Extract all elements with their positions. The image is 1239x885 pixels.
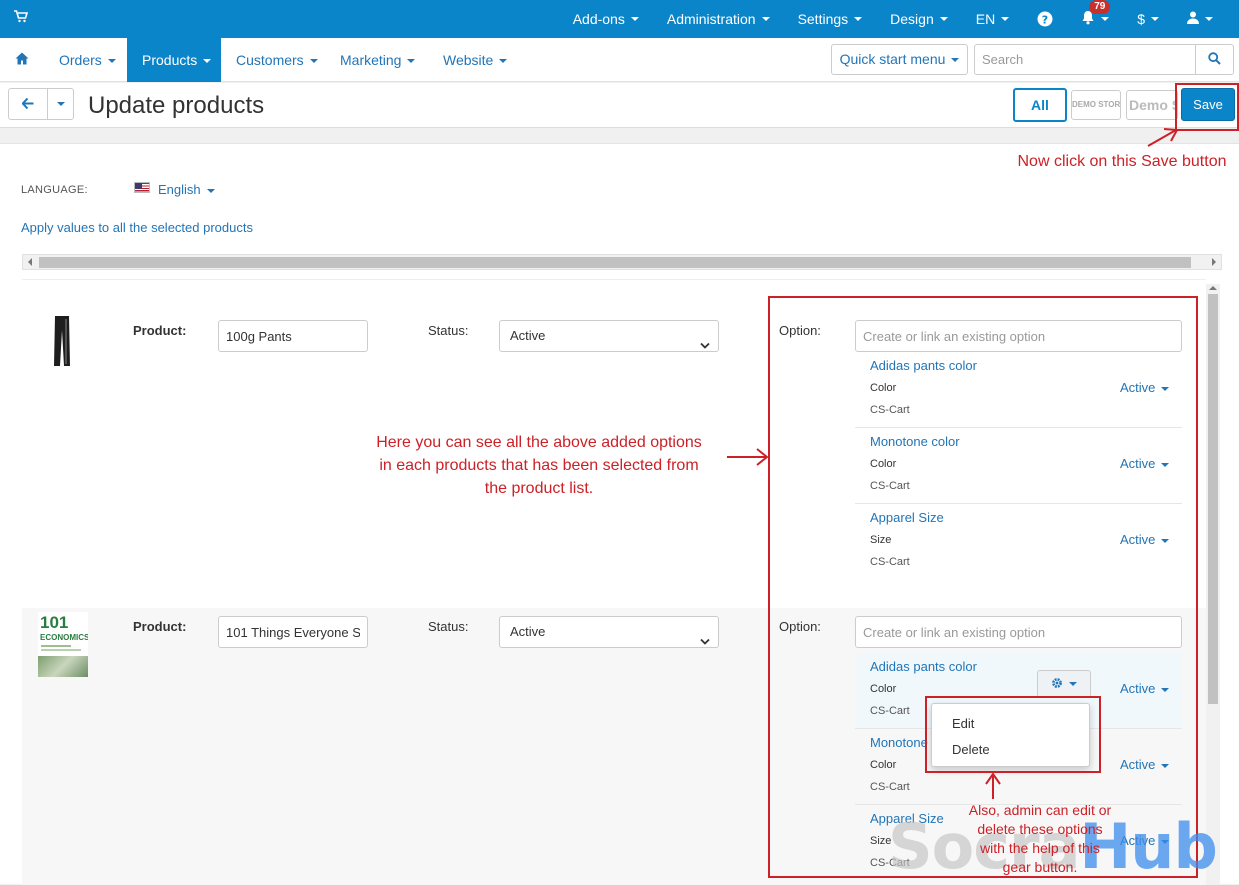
user-menu[interactable]	[1187, 11, 1213, 27]
annotation-line: Here you can see all the above added opt…	[376, 434, 702, 451]
topnav-administration[interactable]: Administration	[667, 11, 770, 27]
svg-text:?: ?	[1042, 14, 1048, 27]
back-dropdown-button[interactable]	[47, 88, 74, 120]
nav-marketing[interactable]: Marketing	[340, 38, 416, 82]
search-button[interactable]	[1195, 44, 1234, 75]
product-name-input[interactable]	[218, 616, 368, 648]
storefront-demo-store-button[interactable]: DEMO STORE	[1071, 90, 1121, 120]
status-label: Status:	[428, 619, 469, 634]
annotation-options-text: Here you can see all the above added opt…	[350, 431, 728, 500]
annotation-line: in each products that has been selected …	[379, 457, 699, 474]
scroll-right-icon[interactable]	[1212, 258, 1216, 266]
status-select[interactable]: Active	[499, 616, 719, 648]
product-thumbnail-book: 101 ECONOMICS	[38, 612, 88, 677]
annotation-line: the product list.	[484, 480, 594, 497]
product-label: Product:	[133, 619, 187, 634]
nav-orders[interactable]: Orders	[46, 38, 129, 82]
annotation-box-gear-menu	[925, 696, 1101, 773]
apply-values-link[interactable]: Apply values to all the selected product…	[21, 220, 253, 235]
language-selector[interactable]: EN	[976, 11, 1010, 27]
annotation-save-text: Now click on this Save button	[1017, 153, 1227, 170]
status-label: Status:	[428, 323, 469, 338]
language-dropdown[interactable]: English	[158, 182, 215, 197]
user-icon	[1187, 11, 1199, 27]
all-storefronts-button[interactable]: All	[1013, 88, 1067, 122]
product-label: Product:	[133, 323, 187, 338]
vertical-scrollbar[interactable]	[1206, 284, 1220, 884]
nav-customers[interactable]: Customers	[236, 38, 318, 82]
annotation-line: gear button.	[1002, 859, 1078, 875]
annotation-line: with the help of this	[980, 840, 1100, 856]
chevron-down-icon	[700, 627, 710, 657]
bell-icon	[1081, 11, 1095, 28]
us-flag-icon	[134, 182, 150, 193]
currency-selector[interactable]: $	[1137, 11, 1159, 27]
cart-icon[interactable]	[14, 10, 29, 26]
arrow-left-icon	[21, 97, 34, 112]
help-icon[interactable]: ?	[1037, 11, 1053, 27]
topnav-addons[interactable]: Add-ons	[573, 11, 639, 27]
topnav-design[interactable]: Design	[890, 11, 948, 27]
main-nav: Orders Products Customers Marketing Webs…	[0, 38, 1239, 82]
annotation-gear-text: Also, admin can edit or delete these opt…	[945, 801, 1135, 877]
back-button[interactable]	[8, 88, 48, 120]
title-bar: Update products All DEMO STORE Demo Sto …	[0, 83, 1239, 128]
home-icon[interactable]	[15, 52, 29, 68]
product-thumbnail-pants	[52, 316, 72, 371]
scrollbar-thumb[interactable]	[1208, 294, 1218, 704]
search-input[interactable]	[974, 44, 1196, 75]
language-label: LANGUAGE:	[21, 184, 88, 196]
notifications-button[interactable]: 79	[1081, 0, 1111, 28]
nav-products[interactable]: Products	[127, 38, 221, 82]
nav-website[interactable]: Website	[443, 38, 508, 82]
search-icon	[1208, 51, 1221, 68]
page-title: Update products	[88, 92, 265, 119]
annotation-box-save	[1175, 83, 1239, 131]
product-name-input[interactable]	[218, 320, 368, 352]
annotation-line: delete these options	[977, 821, 1103, 837]
storefront-demo-store-2-button[interactable]: Demo Sto	[1126, 90, 1178, 120]
annotation-line: Also, admin can edit or	[968, 802, 1112, 818]
scroll-left-icon[interactable]	[28, 258, 32, 266]
scrollbar-thumb[interactable]	[39, 257, 1191, 268]
quick-start-menu-button[interactable]: Quick start menu	[831, 44, 968, 75]
status-select[interactable]: Active	[499, 320, 719, 352]
annotation-box-options	[768, 296, 1198, 878]
topnav-settings[interactable]: Settings	[798, 11, 863, 27]
chevron-down-icon	[56, 102, 65, 106]
top-bar: Add-ons Administration Settings Design E…	[0, 0, 1239, 38]
notification-badge: 79	[1089, 0, 1111, 14]
scroll-up-icon[interactable]	[1209, 286, 1217, 290]
horizontal-scrollbar[interactable]	[22, 254, 1222, 270]
chevron-down-icon	[700, 331, 710, 361]
